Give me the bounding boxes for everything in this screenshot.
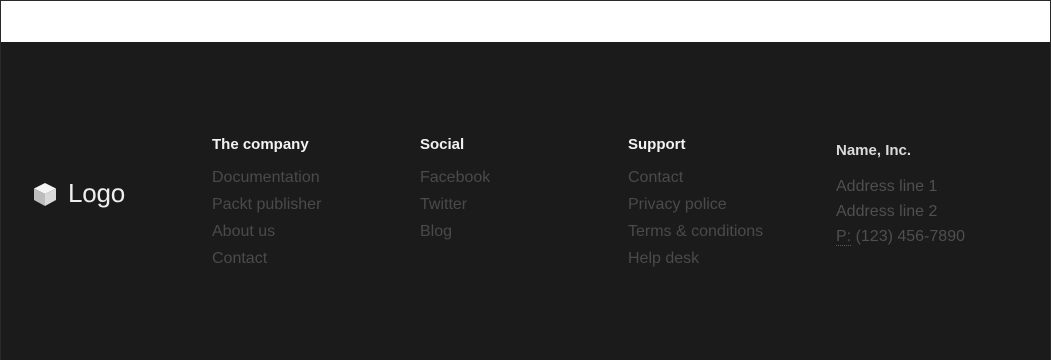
address-line-2: Address line 2 [836,203,938,220]
footer-link-help-desk[interactable]: Help desk [628,245,763,272]
footer-link-documentation[interactable]: Documentation [212,164,321,191]
phone-line: P: (123) 456-7890 [836,224,965,249]
footer-link-contact-support[interactable]: Contact [628,164,763,191]
link-list: Facebook Twitter Blog [420,164,490,245]
footer-link-packt-publisher[interactable]: Packt publisher [212,191,321,218]
column-title: The company [212,136,309,153]
footer-link-privacy[interactable]: Privacy police [628,191,763,218]
footer-link-terms[interactable]: Terms & conditions [628,218,763,245]
footer-link-facebook[interactable]: Facebook [420,164,490,191]
column-title: Support [628,136,686,153]
link-list: Contact Privacy police Terms & condition… [628,164,763,272]
address-line-1: Address line 1 [836,178,938,195]
footer-link-blog[interactable]: Blog [420,218,490,245]
cube-icon [32,181,58,207]
footer-link-twitter[interactable]: Twitter [420,191,490,218]
column-title: Social [420,136,465,153]
phone-number: (123) 456-7890 [851,228,965,245]
link-list: Documentation Packt publisher About us C… [212,164,321,272]
site-footer: Logo The company Documentation Packt pub… [1,42,1050,360]
footer-link-contact[interactable]: Contact [212,245,321,272]
footer-column-social: Social Facebook Twitter Blog [420,136,490,245]
phone-abbr: P: [836,228,852,246]
company-address: Name, Inc. Address line 1 Address line 2… [836,142,965,249]
page-frame: Logo The company Documentation Packt pub… [0,0,1051,360]
company-name: Name, Inc. [836,142,912,159]
footer-column-company: The company Documentation Packt publishe… [212,136,321,272]
brand-logo[interactable]: Logo [32,178,125,209]
footer-column-support: Support Contact Privacy police Terms & c… [628,136,763,272]
footer-link-about-us[interactable]: About us [212,218,321,245]
logo-text: Logo [68,178,126,208]
